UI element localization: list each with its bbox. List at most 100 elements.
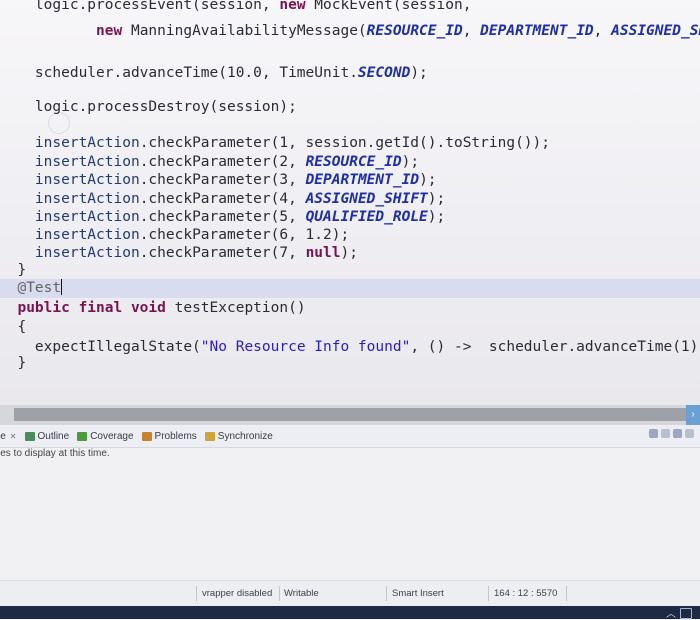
code-line[interactable]: insertAction.checkParameter(6, 1.2); <box>0 226 700 245</box>
code-line[interactable]: insertAction.checkParameter(5, QUALIFIED… <box>0 208 700 227</box>
taskbar: ︿ <box>0 605 700 620</box>
status-divider <box>488 586 489 601</box>
code-line[interactable]: insertAction.checkParameter(4, ASSIGNED_… <box>0 190 700 209</box>
bottom-panel-tabs: le ✕ Outline Coverage Problems Synchroni… <box>0 425 700 448</box>
code-token: , <box>593 23 612 39</box>
view-menu-icon[interactable] <box>661 429 670 438</box>
status-divider <box>279 586 280 601</box>
code-token: @Test <box>0 280 62 296</box>
code-token: testException() <box>165 300 306 316</box>
code-token: logic.processEvent(session, <box>34 0 280 13</box>
code-token: insertAction <box>34 209 140 225</box>
minimize-icon[interactable] <box>649 429 658 438</box>
code-line[interactable]: public final void testException() <box>0 299 700 318</box>
code-line[interactable]: { <box>0 318 700 337</box>
status-cursor-position: 164 : 12 : 5570 <box>494 588 558 599</box>
tab-label: Problems <box>154 430 197 442</box>
code-token: QUALIFIED_ROLE <box>305 209 428 225</box>
code-token: null <box>305 245 341 261</box>
code-token: MockEvent(session, <box>305 0 472 13</box>
code-line[interactable]: insertAction.checkParameter(1, session.g… <box>0 134 700 153</box>
code-token: insertAction <box>34 154 140 170</box>
code-token: { <box>0 319 27 335</box>
code-line[interactable]: insertAction.checkParameter(2, RESOURCE_… <box>0 153 700 172</box>
code-token: ); <box>427 209 446 225</box>
tab-label: Synchronize <box>217 430 273 442</box>
code-token: insertAction <box>34 245 140 261</box>
code-token: , <box>462 23 481 39</box>
scroll-right-arrow-icon[interactable]: › <box>686 405 700 425</box>
code-token: insertAction <box>34 191 140 207</box>
maximize-icon[interactable] <box>673 429 682 438</box>
bottom-panel-content: les to display at this time. <box>0 448 700 580</box>
panel-toolbar <box>649 429 694 438</box>
status-writable: Writable <box>284 588 319 599</box>
panel-empty-message: les to display at this time. <box>0 448 110 459</box>
code-token: ASSIGNED_SHIFT <box>611 23 700 39</box>
chevron-up-icon[interactable]: ︿ <box>666 605 676 620</box>
synchronize-icon <box>204 431 215 441</box>
code-token: ManningAvailabilityMessage( <box>122 23 367 39</box>
tab-synchronize[interactable]: Synchronize <box>204 430 273 442</box>
code-line[interactable]: insertAction.checkParameter(3, DEPARTMEN… <box>0 171 700 190</box>
code-token: DEPARTMENT_ID <box>305 172 420 188</box>
close-icon[interactable]: ✕ <box>10 432 17 441</box>
tab-label: Coverage <box>90 430 134 442</box>
code-token: .checkParameter(4, <box>139 191 306 207</box>
code-token: ); <box>401 154 420 170</box>
code-token: ); <box>419 172 437 188</box>
horizontal-scrollbar[interactable]: › <box>0 405 700 425</box>
tab-problems[interactable]: Problems <box>141 430 197 442</box>
code-line[interactable]: logic.processEvent(session, new MockEven… <box>0 0 700 15</box>
scrollbar-thumb[interactable] <box>14 408 686 421</box>
code-token: RESOURCE_ID <box>366 23 463 39</box>
tab-label: Outline <box>37 430 70 442</box>
code-token: RESOURCE_ID <box>305 154 402 170</box>
status-divider <box>386 586 387 601</box>
code-token: .checkParameter(2, <box>139 154 306 170</box>
status-bar: vrapper disabled Writable Smart Insert 1… <box>0 580 700 607</box>
code-token: } <box>0 355 27 371</box>
code-token: .checkParameter(7, <box>139 245 306 261</box>
status-insert-mode: Smart Insert <box>392 588 444 599</box>
tab-coverage[interactable]: Coverage <box>77 430 134 442</box>
tab-view[interactable]: le ✕ <box>0 431 17 442</box>
code-token: ); <box>427 191 446 207</box>
code-token: ASSIGNED_SHIFT <box>305 191 428 207</box>
code-line[interactable]: } <box>0 354 700 373</box>
code-token: ); <box>410 65 428 81</box>
code-token: public final void <box>0 300 166 316</box>
code-token: "No Resource Info found" <box>200 339 411 355</box>
code-line[interactable]: @Test <box>0 279 700 298</box>
code-line[interactable]: logic.processDestroy(session); <box>0 98 700 117</box>
tab-label: le <box>0 430 6 442</box>
code-token: SECOND <box>357 65 411 81</box>
text-cursor <box>61 279 63 295</box>
code-token: scheduler.advanceTime(10.0, TimeUnit. <box>0 65 358 81</box>
code-token: insertAction <box>34 135 140 151</box>
status-divider <box>196 586 197 601</box>
status-divider <box>566 586 567 601</box>
tab-outline[interactable]: Outline <box>24 430 70 442</box>
code-token: DEPARTMENT_ID <box>480 23 594 39</box>
code-line[interactable]: } <box>0 261 700 280</box>
code-line[interactable]: scheduler.advanceTime(10.0, TimeUnit.SEC… <box>0 64 700 83</box>
coverage-icon <box>77 431 88 441</box>
code-token: } <box>0 262 27 278</box>
code-editor[interactable]: logic.processEvent(session, new MockEven… <box>0 0 700 405</box>
code-token: logic.processDestroy(session); <box>0 99 297 115</box>
code-token: .checkParameter(3, <box>139 172 306 188</box>
code-token: new <box>96 23 123 39</box>
code-token: insertAction <box>34 227 140 243</box>
window-icon[interactable] <box>680 608 692 619</box>
restore-icon[interactable] <box>685 429 694 438</box>
code-line[interactable]: new ManningAvailabilityMessage(RESOURCE_… <box>0 22 700 41</box>
